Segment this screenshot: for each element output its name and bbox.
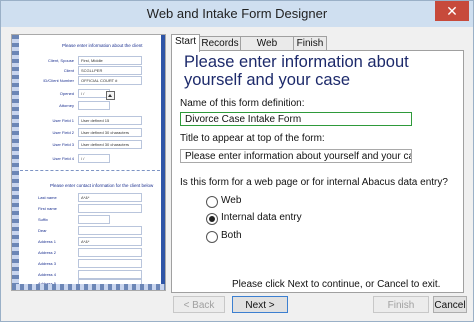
designer-window: Web and Intake Form Designer ✕ Please en… <box>0 0 474 322</box>
preview-label: Address 3 <box>38 261 57 266</box>
preview-field: A*&* <box>78 193 142 202</box>
preview-label: Dear <box>38 228 47 233</box>
preview-label: Attorney <box>59 103 74 108</box>
radio-button[interactable] <box>206 196 218 208</box>
preview-field <box>78 270 142 279</box>
preview-field <box>78 215 110 224</box>
preview-label: User Field 4 <box>52 156 74 161</box>
radio-button[interactable] <box>206 231 218 243</box>
preview-label: Last name <box>38 195 57 200</box>
preview-row: User Field 1 User defined 15 <box>20 116 160 125</box>
preview-heading-1: Please enter information about the clien… <box>62 43 143 48</box>
preview-label: Suffix <box>38 217 48 222</box>
preview-row: Suffix <box>20 215 160 224</box>
preview-field: User defined 30 characters <box>78 128 142 137</box>
preview-row: User Field 3 User defined 30 characters <box>20 140 160 149</box>
form-name-input[interactable]: Divorce Case Intake Form <box>180 112 412 126</box>
preview-row: Client SCGLLPER <box>20 66 160 75</box>
panel-heading: Please enter information about yourself … <box>184 53 409 89</box>
back-button[interactable]: < Back <box>173 296 225 313</box>
preview-field <box>78 248 142 257</box>
radio-label: Web <box>221 195 242 206</box>
preview-row: ID/Client Number OFFICIAL COURT # <box>20 76 160 85</box>
preview-row: Address 4 <box>20 270 160 279</box>
tab-records[interactable]: Records <box>199 36 241 51</box>
form-preview: Please enter information about the clien… <box>11 34 166 291</box>
preview-label: User Field 1 <box>52 118 74 123</box>
finish-button[interactable]: Finish <box>373 296 429 313</box>
start-panel: Please enter information about yourself … <box>171 50 464 293</box>
preview-left-border <box>12 35 19 290</box>
preview-row: Attorney <box>20 101 160 110</box>
close-button[interactable]: ✕ <box>435 1 469 21</box>
preview-row: Client, Spouse First, Middle <box>20 56 160 65</box>
preview-scroll-edge <box>161 35 165 290</box>
preview-field: User defined 30 characters <box>78 140 142 149</box>
preview-dropdown-icon <box>106 91 115 100</box>
preview-field: / / <box>78 154 110 163</box>
preview-label: Client <box>63 68 74 73</box>
preview-label: User Field 2 <box>52 130 74 135</box>
preview-label: First name <box>38 206 57 211</box>
next-button[interactable]: Next > <box>232 296 288 313</box>
preview-label: Address 2 <box>38 250 57 255</box>
preview-row: User Field 4 / / <box>20 154 160 163</box>
preview-label: Address 1 <box>38 239 57 244</box>
preview-row: Dear <box>20 226 160 235</box>
preview-field <box>78 204 142 213</box>
preview-field <box>78 226 142 235</box>
preview-row: User Field 2 User defined 30 characters <box>20 128 160 137</box>
radio-label: Internal data entry <box>221 212 302 223</box>
preview-label: Opened <box>59 91 74 96</box>
preview-row: Address 3 <box>20 259 160 268</box>
tab-start[interactable]: Start <box>171 34 200 52</box>
preview-field: A*&* <box>78 237 142 246</box>
title-bar: Web and Intake Form Designer ✕ <box>1 1 473 27</box>
preview-field <box>78 101 110 110</box>
form-type-question: Is this form for a web page or for inter… <box>180 177 448 188</box>
form-title-label: Title to appear at top of the form: <box>180 133 325 144</box>
preview-field: SCGLLPER <box>78 66 142 75</box>
cancel-button[interactable]: Cancel <box>433 296 467 313</box>
instruction-text: Please click Next to continue, or Cancel… <box>232 279 441 290</box>
close-icon: ✕ <box>446 3 458 19</box>
preview-label: Address 4 <box>38 272 57 277</box>
preview-heading-2: Please enter contact information for the… <box>50 183 154 188</box>
preview-label: User Field 3 <box>52 142 74 147</box>
preview-row: Address 2 <box>20 248 160 257</box>
preview-field: First, Middle <box>78 56 142 65</box>
form-title-input[interactable]: Please enter information about yourself … <box>180 149 412 163</box>
preview-row: Address 1 A*&* <box>20 237 160 246</box>
preview-field: OFFICIAL COURT # <box>78 76 142 85</box>
preview-row: Opened / / <box>20 89 160 98</box>
window-title: Web and Intake Form Designer <box>146 6 328 21</box>
tab-web-details[interactable]: Web Details <box>240 36 294 63</box>
preview-label: Client, Spouse <box>47 58 74 63</box>
preview-separator <box>20 170 160 171</box>
preview-field: User defined 15 <box>78 116 142 125</box>
preview-row: Last name A*&* <box>20 193 160 202</box>
radio-label: Both <box>221 230 242 241</box>
form-name-label: Name of this form definition: <box>180 98 305 109</box>
preview-row: First name <box>20 204 160 213</box>
tab-finish[interactable]: Finish <box>293 36 327 51</box>
preview-bottom-border <box>12 284 165 290</box>
preview-field <box>78 259 142 268</box>
radio-button[interactable] <box>206 213 218 225</box>
preview-label: ID/Client Number <box>43 78 74 83</box>
